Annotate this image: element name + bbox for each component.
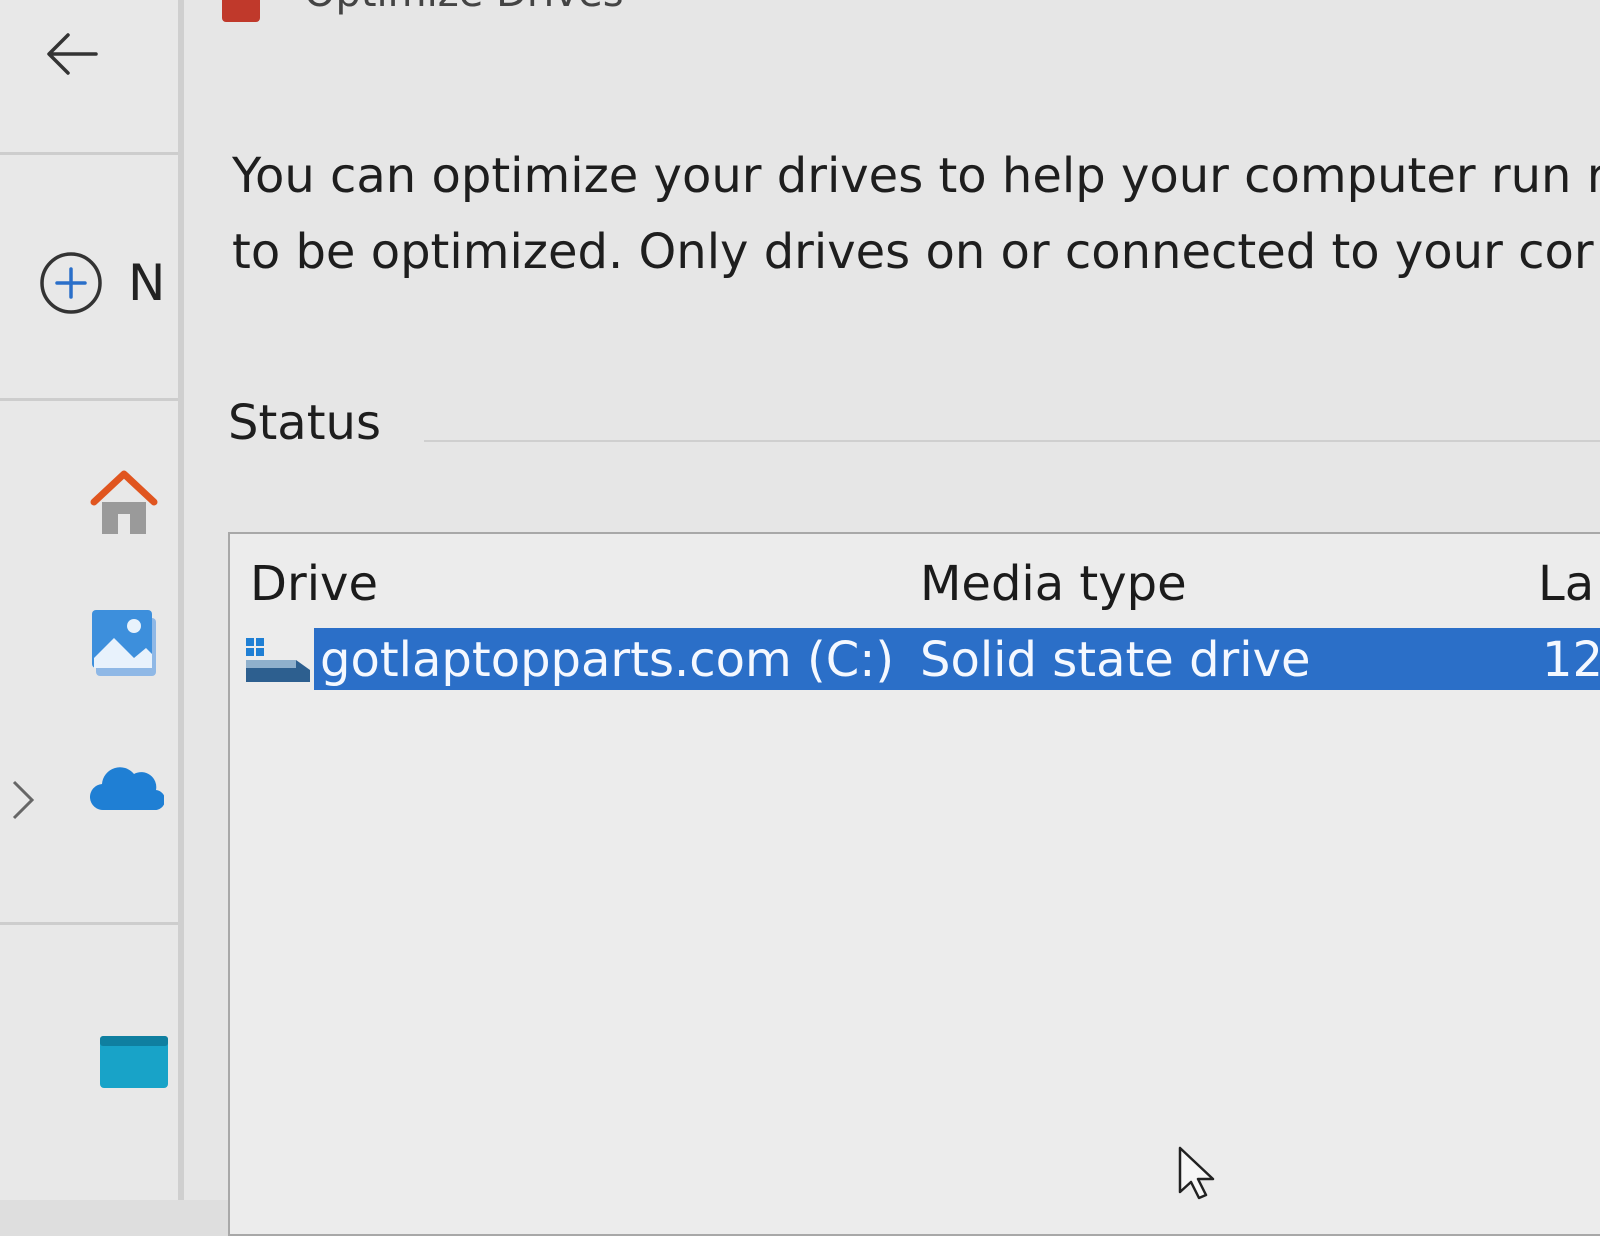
drive-row-selected[interactable]: gotlaptopparts.com (C:) Solid state driv… <box>230 628 1600 690</box>
cell-drive-name: gotlaptopparts.com (C:) <box>320 632 895 688</box>
column-header-last-analyzed[interactable]: La <box>1538 556 1600 612</box>
chevron-right-icon <box>12 780 35 820</box>
column-header-drive[interactable]: Drive <box>250 556 378 612</box>
dialog-title: Optimize Drives <box>304 0 624 16</box>
desktop-icon[interactable] <box>98 1030 170 1090</box>
mouse-cursor-icon <box>1178 1146 1215 1200</box>
home-icon[interactable] <box>88 466 160 538</box>
column-header-media-type[interactable]: Media type <box>920 556 1187 612</box>
explorer-sidebar: N <box>0 0 184 1200</box>
back-arrow-icon <box>47 33 98 75</box>
plus-circle-icon <box>40 252 102 314</box>
drive-list-view[interactable]: Drive Media type La gotlaptopparts.com (… <box>228 532 1600 1236</box>
sidebar-divider <box>0 922 178 925</box>
status-divider <box>424 440 1600 442</box>
sidebar-divider <box>0 152 178 155</box>
description-line: to be optimized. Only drives on or conne… <box>232 224 1594 280</box>
back-button[interactable] <box>40 22 104 86</box>
new-button[interactable]: N <box>38 248 178 318</box>
expand-chevron[interactable] <box>8 778 38 826</box>
description-text: You can optimize your drives to help you… <box>232 138 1600 290</box>
new-button-label: N <box>128 254 166 312</box>
system-drive-icon <box>246 638 310 682</box>
optimize-drives-dialog: Optimize Drives You can optimize your dr… <box>184 0 1600 1236</box>
gallery-icon[interactable] <box>90 608 162 682</box>
cell-last-analyzed: 12 <box>1542 632 1600 688</box>
description-line: You can optimize your drives to help you… <box>232 148 1600 204</box>
optimize-drives-app-icon <box>222 0 260 22</box>
status-section-label: Status <box>228 395 381 451</box>
sidebar-divider <box>0 398 178 401</box>
cell-media-type: Solid state drive <box>920 632 1311 688</box>
onedrive-cloud-icon[interactable] <box>90 760 164 812</box>
